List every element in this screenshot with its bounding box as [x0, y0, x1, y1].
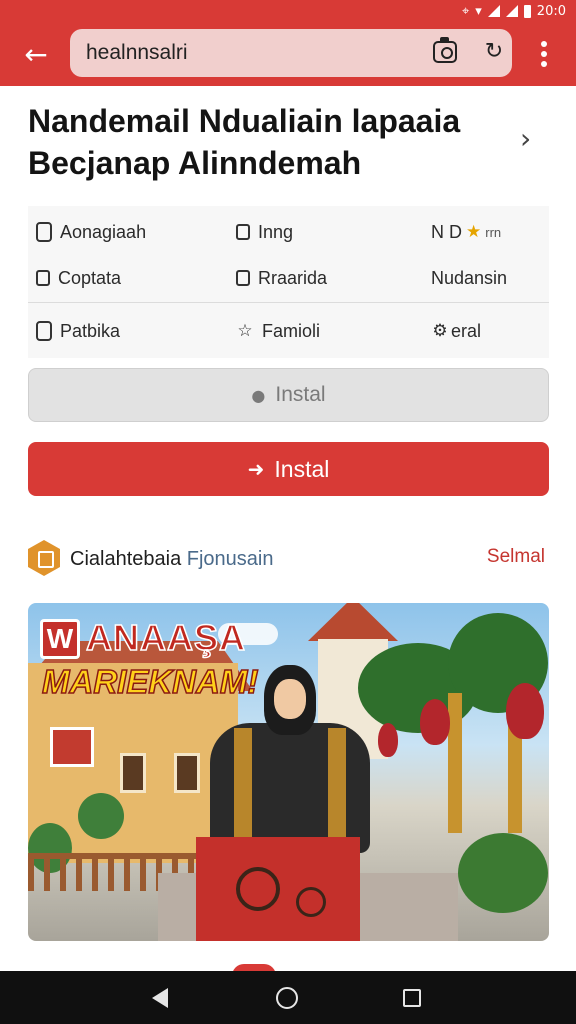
page-title: Nandemail Ndualiain lapaaia Becjanap Ali…: [28, 103, 461, 181]
nav-back-icon[interactable]: [152, 988, 168, 1008]
url-text[interactable]: healnnsalri: [86, 41, 188, 65]
banner-logo: W: [40, 619, 80, 659]
shrub: [78, 793, 124, 839]
refresh-icon[interactable]: ↻: [482, 39, 506, 67]
info-label: Patbika: [60, 320, 121, 341]
info-label: Coptata: [58, 267, 122, 288]
arrow-right-icon: ➜: [247, 457, 265, 481]
edit-icon: [236, 270, 250, 286]
menu-dot: [541, 41, 547, 47]
section-header: Cialahtebaia Fjonusain Selmal: [28, 538, 549, 578]
info-cell: Aonagiaah: [36, 218, 146, 246]
see-all-link[interactable]: Selmal: [487, 546, 545, 568]
app-bar: ⌖ ▾ 20:0 ← healnnsalri ↻: [0, 0, 576, 86]
info-label: Inng: [258, 221, 294, 242]
info-cell: Coptata: [36, 264, 121, 292]
gate-pillar: [448, 693, 462, 833]
location-icon: ⌖: [461, 3, 470, 19]
info-cell: Inng: [236, 218, 293, 246]
section-title: Cialahtebaia Fjonusain: [70, 548, 273, 571]
signal-icon: [487, 5, 500, 17]
batik-cloth: [196, 837, 360, 941]
scarf: [328, 728, 346, 838]
tower-roof: [308, 603, 398, 641]
info-label: Rraarida: [258, 267, 328, 288]
banner-headline: ANAAŞA: [85, 616, 247, 659]
info-label: N D: [431, 221, 462, 242]
menu-dot: [541, 51, 547, 57]
info-cell: N D ★ rrn: [431, 218, 501, 246]
chevron-right-icon[interactable]: ›: [520, 122, 531, 155]
section-title-main: Cialahtebaia: [70, 548, 182, 570]
signal-icon-2: [505, 5, 518, 17]
install-button[interactable]: ➜ Instal: [28, 442, 549, 496]
status-time: 20:0: [536, 3, 566, 19]
info-cell: Rraarida: [236, 264, 327, 292]
scarf: [234, 728, 252, 838]
info-cell: ☆ Famioli: [236, 317, 320, 345]
sparkle-star-icon: ☆: [237, 321, 253, 341]
install-button-secondary[interactable]: ● Instal: [28, 368, 549, 422]
lock-icon: [36, 270, 50, 286]
info-cell: Nudansin: [431, 264, 507, 292]
install-label: Instal: [275, 383, 326, 406]
info-grid: Aonagiaah Inng N D ★ rrn Coptata Rraarid…: [28, 206, 549, 358]
system-nav-bar: [0, 971, 576, 1024]
url-bar[interactable]: healnnsalri ↻: [70, 29, 512, 77]
section-title-accent: Fjonusain: [186, 548, 274, 570]
install-label: Instal: [274, 455, 330, 482]
star-icon: ★: [466, 222, 482, 242]
back-arrow-icon[interactable]: ←: [18, 36, 54, 72]
shrub: [458, 833, 548, 913]
building-sign: [50, 727, 94, 767]
nav-recents-icon[interactable]: [403, 989, 421, 1007]
status-bar: ⌖ ▾ 20:0: [462, 2, 566, 20]
info-label: Nudansin: [431, 267, 508, 288]
checkbox-icon: [36, 222, 52, 242]
camera-icon[interactable]: [433, 37, 457, 63]
wifi-icon: ▾: [475, 3, 482, 19]
info-cell: Patbika: [36, 317, 120, 345]
info-label: eral: [451, 320, 482, 341]
menu-dot: [541, 61, 547, 67]
info-sublabel: rrn: [485, 224, 502, 240]
info-cell: ⚙ eral: [431, 317, 481, 345]
hexagon-app-icon: [28, 540, 60, 576]
square-minus-icon: [236, 224, 250, 240]
pin-icon: ●: [251, 385, 266, 405]
lantern: [506, 683, 544, 739]
banner-subheadline: MARIEKNAM!: [41, 662, 259, 701]
gear-icon: ⚙: [432, 321, 448, 341]
divider: [28, 302, 549, 303]
overflow-menu-icon[interactable]: [530, 36, 558, 72]
info-label: Famioli: [262, 320, 321, 341]
info-label: Aonagiaah: [60, 221, 147, 242]
promo-banner-image[interactable]: W ANAAŞA MARIEKNAM!: [28, 603, 549, 941]
bag-icon: [36, 321, 52, 341]
battery-icon: [523, 4, 531, 18]
lantern: [378, 723, 398, 757]
person-face: [274, 679, 306, 719]
page-content: Nandemail Ndualiain lapaaia Becjanap Ali…: [10, 86, 566, 976]
building-window: [120, 753, 146, 793]
nav-home-icon[interactable]: [276, 987, 298, 1009]
lantern: [420, 699, 450, 745]
building-window: [174, 753, 200, 793]
